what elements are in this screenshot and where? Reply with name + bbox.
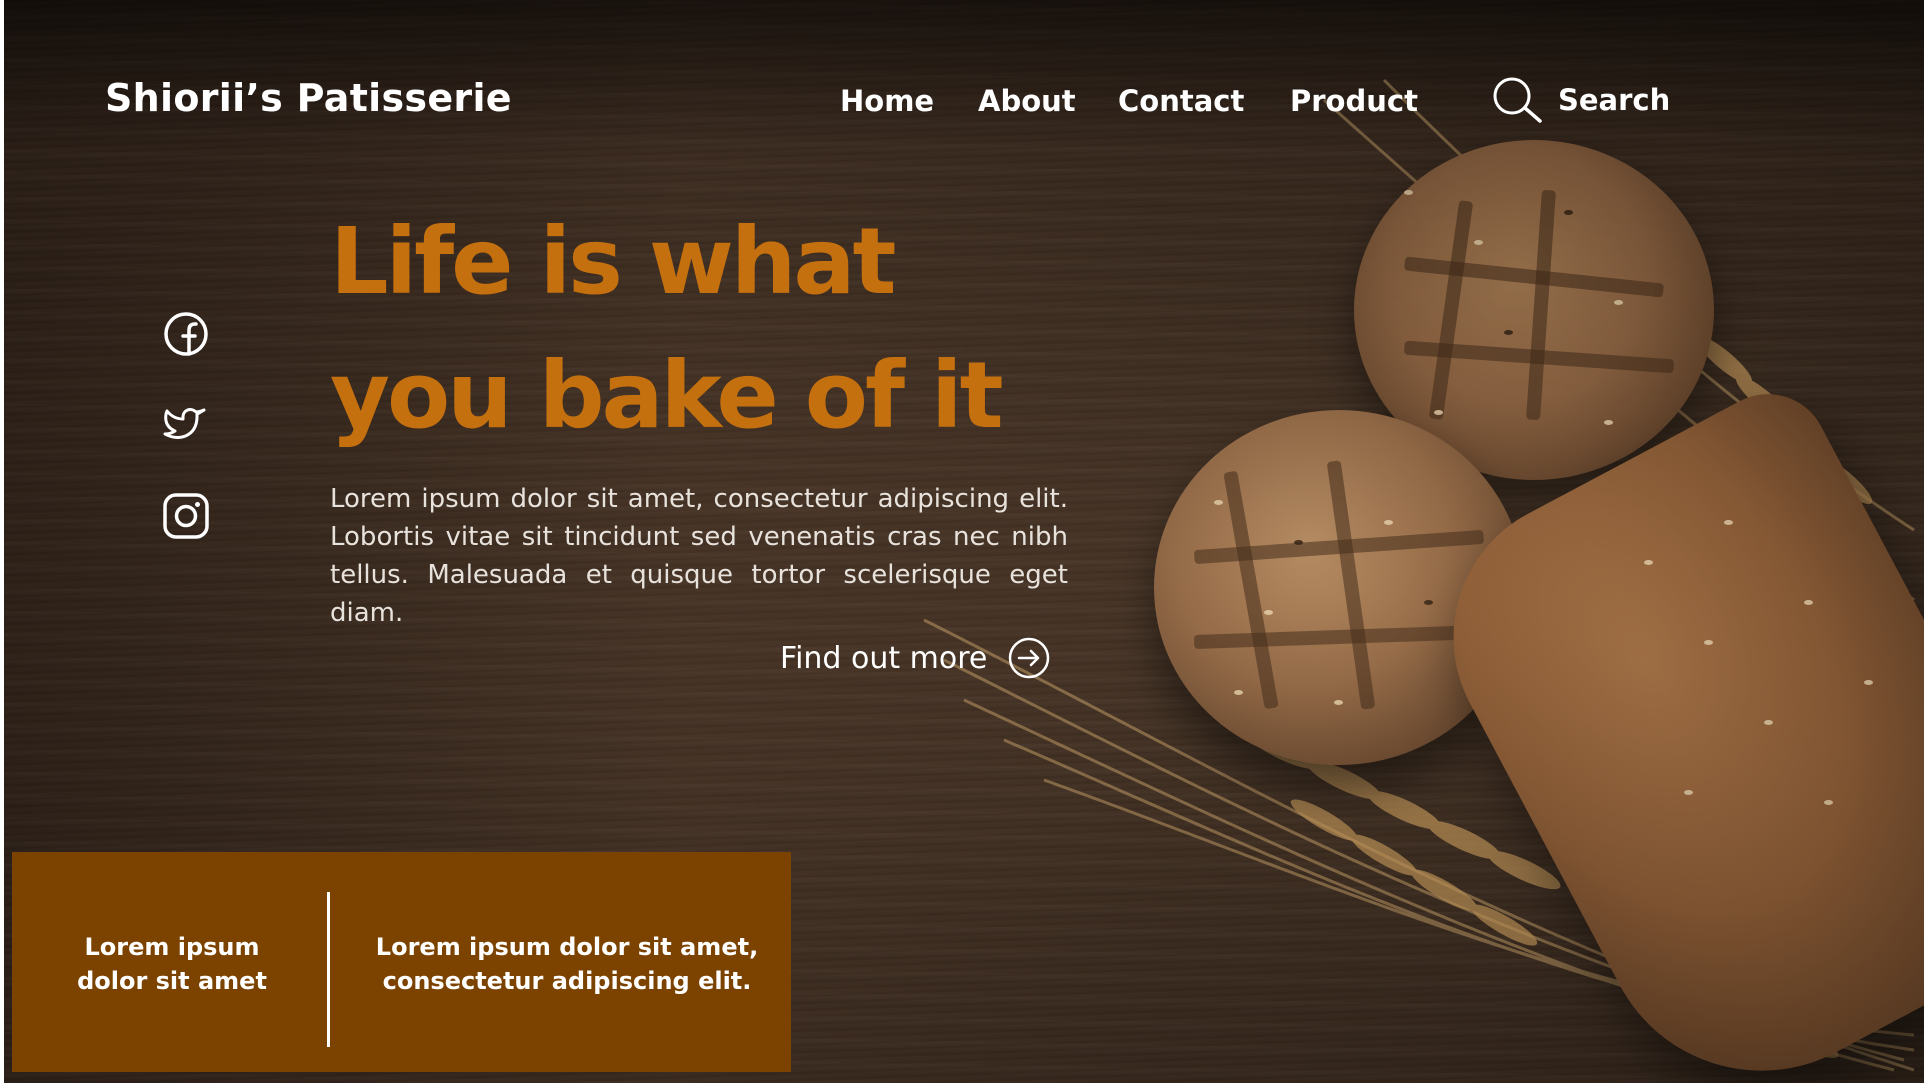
nav-home[interactable]: Home — [840, 84, 934, 118]
nav-about[interactable]: About — [978, 84, 1076, 118]
nav-contact[interactable]: Contact — [1118, 84, 1244, 118]
info-banner: Lorem ipsum dolor sit amet Lorem ipsum d… — [12, 852, 791, 1072]
twitter-link[interactable] — [160, 398, 212, 450]
bread-roll-image — [1354, 140, 1714, 480]
info-right-line1: Lorem ipsum dolor sit amet, — [375, 933, 759, 961]
search-button[interactable]: Search — [1490, 74, 1670, 126]
hero-heading: Life is what you bake of it — [330, 195, 1004, 463]
hero-description: Lorem ipsum dolor sit amet, consectetur … — [330, 484, 1068, 628]
arrow-right-circle-icon — [1009, 637, 1050, 679]
facebook-link[interactable] — [160, 308, 212, 360]
brand-logo[interactable]: Shiorii’s Patisserie — [105, 76, 512, 120]
nav-product[interactable]: Product — [1290, 84, 1418, 118]
bread-roll-image — [1154, 410, 1524, 765]
info-left-line1: Lorem ipsum — [84, 933, 260, 961]
info-left-line2: dolor sit amet — [77, 967, 267, 995]
info-divider — [327, 892, 330, 1047]
bread-loaf-image — [1404, 373, 1924, 1083]
facebook-icon — [164, 312, 208, 356]
search-icon — [1493, 77, 1542, 123]
hero-heading-line2: you bake of it — [330, 342, 1004, 449]
hero-heading-line1: Life is what — [330, 208, 896, 315]
info-banner-left: Lorem ipsum dolor sit amet — [52, 930, 292, 998]
search-label: Search — [1558, 83, 1671, 117]
find-out-more-link[interactable]: Find out more — [780, 634, 1051, 682]
find-out-more-label: Find out more — [780, 640, 988, 676]
instagram-link[interactable] — [160, 490, 212, 542]
instagram-icon — [163, 493, 209, 539]
info-banner-right: Lorem ipsum dolor sit amet, consectetur … — [357, 930, 777, 998]
twitter-icon — [163, 408, 206, 439]
info-right-line2: consectetur adipiscing elit. — [382, 967, 752, 995]
